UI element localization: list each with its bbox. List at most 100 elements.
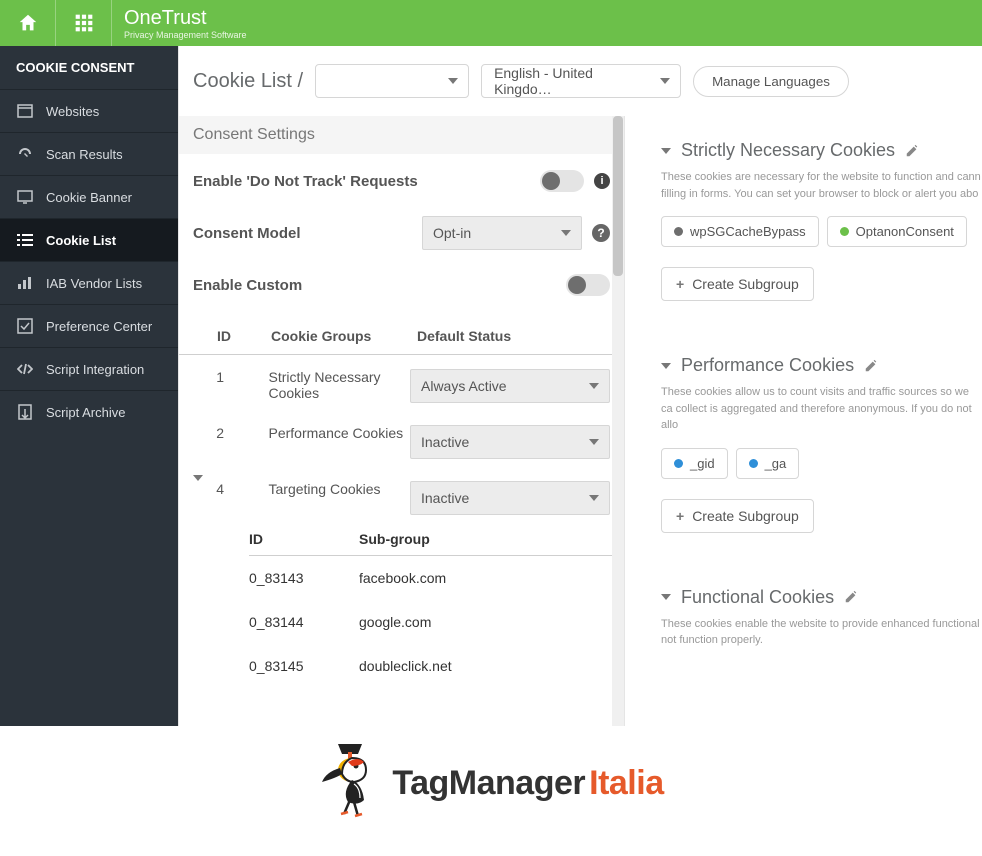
sidebar-item-cookie-banner[interactable]: Cookie Banner [0,175,178,218]
col-id: ID [217,328,271,344]
subgroup-row[interactable]: 0_83143 facebook.com [249,556,624,600]
sidebar: COOKIE CONSENT Websites Scan Results Coo… [0,46,178,726]
settings-pane: Consent Settings Enable 'Do Not Track' R… [179,116,625,726]
consent-model-select[interactable]: Opt-in [422,216,582,250]
table-row[interactable]: 1 Strictly Necessary Cookies Always Acti… [179,355,624,411]
apps-icon[interactable] [56,0,112,46]
sidebar-item-cookie-list[interactable]: Cookie List [0,218,178,261]
chevron-down-icon [561,230,571,236]
category-title: Performance Cookies [681,355,854,376]
subgroup-row[interactable]: 0_83144 google.com [249,600,624,644]
archive-icon [16,403,34,421]
chart-icon [16,274,34,292]
collapse-icon[interactable] [661,363,671,369]
gauge-icon [16,145,34,163]
subcol-name: Sub-group [359,531,624,547]
sidebar-item-label: IAB Vendor Lists [46,276,142,291]
home-icon[interactable] [0,0,56,46]
chevron-down-icon [448,78,458,84]
tagmanageritalia-logo: TagManagerItalia [318,740,663,826]
sidebar-item-script-archive[interactable]: Script Archive [0,390,178,433]
create-subgroup-button[interactable]: +Create Subgroup [661,267,814,301]
code-icon [16,360,34,378]
site-select[interactable] [315,64,469,98]
breadcrumb: Cookie List / [193,70,303,93]
footer: TagManagerItalia [0,726,982,856]
logo-text-1: TagManager [392,764,585,803]
chevron-down-icon [589,383,599,389]
chevron-down-icon [660,78,670,84]
sidebar-item-label: Preference Center [46,319,152,334]
category-title: Functional Cookies [681,587,834,608]
create-subgroup-button[interactable]: +Create Subgroup [661,499,814,533]
collapse-icon[interactable] [661,148,671,154]
info-icon[interactable]: i [594,173,610,189]
woodpecker-icon [318,740,388,826]
collapse-icon[interactable] [661,594,671,600]
edit-icon[interactable] [844,590,858,604]
cookie-groups-table: ID Cookie Groups Default Status 1 Strict… [179,318,624,688]
cookie-chip[interactable]: _gid [661,448,728,479]
language-select[interactable]: English - United Kingdo… [481,64,681,98]
sidebar-item-scan-results[interactable]: Scan Results [0,132,178,175]
custom-toggle[interactable] [566,274,610,296]
manage-languages-button[interactable]: Manage Languages [693,66,849,97]
check-square-icon [16,317,34,335]
category-title: Strictly Necessary Cookies [681,140,895,161]
help-icon[interactable]: ? [592,224,610,242]
plus-icon: + [676,276,684,292]
window-icon [16,102,34,120]
setting-label-model: Consent Model [193,225,301,242]
status-dot [674,459,683,468]
setting-label-dnt: Enable 'Do Not Track' Requests [193,173,418,190]
subgroup-table: ID Sub-group 0_83143 facebook.com 0_8314… [179,523,624,688]
sidebar-item-iab[interactable]: IAB Vendor Lists [0,261,178,304]
table-row[interactable]: 2 Performance Cookies Inactive [179,411,624,467]
table-row[interactable]: 4 Targeting Cookies Inactive [179,467,624,523]
status-dot [840,227,849,236]
status-select[interactable]: Inactive [410,425,610,459]
status-select[interactable]: Inactive [410,481,610,515]
sidebar-item-label: Cookie List [46,233,116,248]
status-select[interactable]: Always Active [410,369,610,403]
collapse-icon[interactable] [193,481,216,497]
logo-text-2: Italia [589,764,663,803]
dnt-toggle[interactable] [540,170,584,192]
toolbar: Cookie List / English - United Kingdo… M… [179,46,982,116]
category-block: Performance Cookies These cookies allow … [661,355,982,559]
chevron-down-icon [589,495,599,501]
sidebar-item-label: Script Integration [46,362,144,377]
sidebar-item-label: Cookie Banner [46,190,132,205]
category-block: Functional Cookies These cookies enable … [661,587,982,649]
category-description: These cookies allow us to count visits a… [661,384,982,434]
setting-label-custom: Enable Custom [193,277,302,294]
cookie-chip[interactable]: _ga [736,448,800,479]
status-dot [749,459,758,468]
sidebar-item-label: Scan Results [46,147,123,162]
brand-name: OneTrust [124,7,247,30]
brand-tagline: Privacy Management Software [124,30,247,40]
sidebar-item-websites[interactable]: Websites [0,89,178,132]
edit-icon[interactable] [905,144,919,158]
sidebar-heading: COOKIE CONSENT [0,46,178,89]
section-heading: Consent Settings [179,116,624,154]
list-icon [16,231,34,249]
sidebar-item-label: Websites [46,104,99,119]
sidebar-item-script-integration[interactable]: Script Integration [0,347,178,390]
cookie-chip[interactable]: OptanonConsent [827,216,967,247]
scrollbar[interactable] [612,116,624,726]
plus-icon: + [676,508,684,524]
edit-icon[interactable] [864,359,878,373]
category-description: These cookies are necessary for the webs… [661,169,982,202]
col-status: Default Status [417,328,610,344]
col-groups: Cookie Groups [271,328,417,344]
brand: OneTrust Privacy Management Software [112,7,247,40]
subcol-id: ID [249,531,359,547]
cookie-chip[interactable]: wpSGCacheBypass [661,216,819,247]
sidebar-item-preference-center[interactable]: Preference Center [0,304,178,347]
category-description: These cookies enable the website to prov… [661,616,982,649]
category-block: Strictly Necessary Cookies These cookies… [661,140,982,327]
status-dot [674,227,683,236]
subgroup-row[interactable]: 0_83145 doubleclick.net [249,644,624,688]
categories-pane: Strictly Necessary Cookies These cookies… [625,116,982,726]
